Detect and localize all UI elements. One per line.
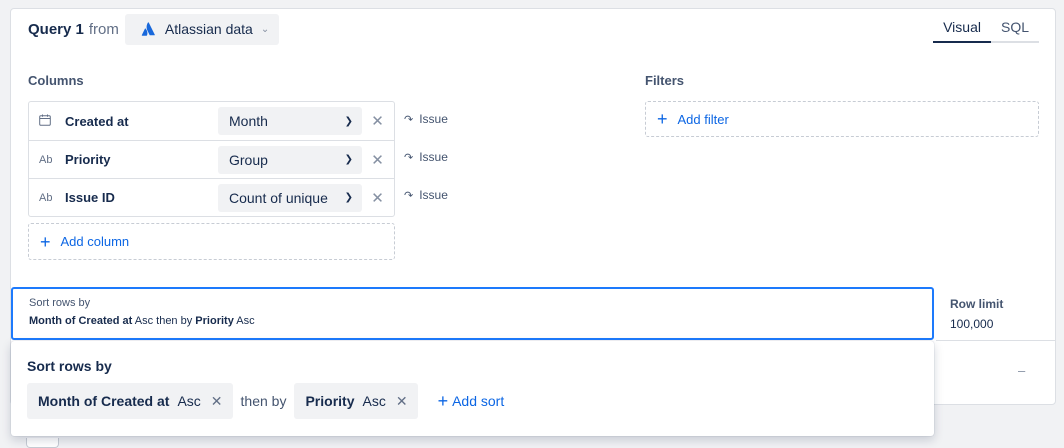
then-by-label: then by bbox=[240, 393, 287, 409]
column-name: Issue ID bbox=[65, 190, 115, 205]
query-header: Query 1 from Atlassian data ⌄ bbox=[28, 13, 280, 45]
sort-rows-summary: Month of Created at Asc then by Priority… bbox=[29, 315, 916, 327]
sort-popup-title: Sort rows by bbox=[27, 358, 112, 374]
chevron-down-icon: ❯ bbox=[344, 192, 353, 203]
text-type-icon: Ab bbox=[39, 191, 53, 204]
hierarchy-icon: ↷ bbox=[404, 151, 414, 164]
aggregation-select[interactable]: Group ❯ bbox=[218, 145, 362, 174]
partial-button bbox=[26, 438, 59, 448]
aggregation-select[interactable]: Month ❯ bbox=[218, 107, 362, 135]
add-filter-label: Add filter bbox=[677, 111, 729, 127]
remove-sort-icon[interactable]: ✕ bbox=[211, 393, 223, 410]
text-type-icon: Ab bbox=[39, 153, 53, 166]
column-row: Ab Issue ID Count of unique ❯ ✕ bbox=[29, 178, 394, 216]
calendar-icon bbox=[29, 114, 65, 129]
sort-rows-field[interactable]: Sort rows by Month of Created at Asc the… bbox=[11, 287, 934, 340]
sort-chip-direction[interactable]: Asc bbox=[177, 393, 200, 409]
column-source-tag: ↷ Issue bbox=[404, 150, 448, 164]
tab-visual[interactable]: Visual bbox=[933, 15, 991, 43]
columns-heading: Columns bbox=[28, 73, 84, 88]
row-limit-value: 100,000 bbox=[950, 317, 994, 331]
column-source-tag: ↷ Issue bbox=[404, 188, 448, 202]
then-by-label: then by bbox=[156, 315, 193, 327]
hierarchy-icon: ↷ bbox=[404, 113, 414, 126]
column-name: Created at bbox=[65, 113, 129, 129]
filters-heading: Filters bbox=[645, 73, 685, 88]
remove-column-icon[interactable]: ✕ bbox=[362, 112, 393, 130]
column-name: Priority bbox=[65, 152, 111, 167]
chevron-down-icon: ❯ bbox=[344, 154, 353, 165]
view-tabs: Visual SQL bbox=[933, 15, 1039, 43]
chevron-down-icon: ❯ bbox=[344, 115, 353, 127]
sort-field-name: Month of Created at bbox=[29, 315, 133, 327]
sort-chip[interactable]: Month of Created at Asc ✕ bbox=[27, 383, 233, 419]
columns-list: Created at Month ❯ ✕ Ab Priority Group ❯… bbox=[28, 101, 395, 217]
aggregation-select[interactable]: Count of unique ❯ bbox=[218, 183, 362, 212]
from-label: from bbox=[88, 20, 119, 38]
add-column-button[interactable]: + Add column bbox=[28, 223, 395, 260]
column-source-tag: ↷ Issue bbox=[404, 112, 448, 126]
tab-sql[interactable]: SQL bbox=[990, 15, 1039, 43]
sort-chip-field: Priority bbox=[305, 393, 355, 409]
divider bbox=[936, 340, 1055, 404]
sort-chip[interactable]: Priority Asc ✕ bbox=[294, 383, 418, 419]
aggregation-value: Count of unique bbox=[229, 189, 328, 206]
row-limit-label: Row limit bbox=[950, 297, 1004, 311]
data-source-name: Atlassian data bbox=[164, 21, 253, 37]
sort-chip-direction[interactable]: Asc bbox=[362, 393, 385, 409]
add-sort-button[interactable]: + Add sort bbox=[438, 392, 505, 410]
plus-icon: + bbox=[40, 231, 51, 252]
plus-icon: + bbox=[657, 109, 668, 129]
hierarchy-icon: ↷ bbox=[404, 189, 414, 202]
atlassian-logo-icon bbox=[141, 22, 155, 36]
column-source-label: Issue bbox=[419, 150, 448, 164]
collapse-icon[interactable]: – bbox=[1018, 363, 1025, 378]
remove-column-icon[interactable]: ✕ bbox=[362, 189, 393, 207]
add-filter-button[interactable]: + Add filter bbox=[645, 101, 1039, 137]
query-title: Query 1 bbox=[28, 20, 84, 38]
column-row: Ab Priority Group ❯ ✕ bbox=[29, 140, 394, 178]
row-limit-field[interactable]: Row limit 100,000 bbox=[950, 297, 1003, 331]
sort-chips: Month of Created at Asc ✕ then by Priori… bbox=[27, 383, 504, 419]
add-sort-label: Add sort bbox=[452, 393, 505, 409]
remove-sort-icon[interactable]: ✕ bbox=[396, 393, 408, 410]
plus-icon: + bbox=[437, 391, 449, 411]
sort-direction: Asc bbox=[134, 315, 154, 327]
column-row: Created at Month ❯ ✕ bbox=[29, 102, 394, 140]
chevron-down-icon: ⌄ bbox=[260, 23, 270, 35]
column-source-label: Issue bbox=[419, 188, 448, 202]
sort-direction: Asc bbox=[236, 315, 255, 327]
sort-chip-field: Month of Created at bbox=[38, 393, 170, 409]
column-source-label: Issue bbox=[419, 112, 448, 126]
sort-popup: Sort rows by Month of Created at Asc ✕ t… bbox=[11, 341, 934, 436]
sort-rows-label: Sort rows by bbox=[29, 297, 91, 309]
remove-column-icon[interactable]: ✕ bbox=[362, 151, 393, 169]
sort-field-name: Priority bbox=[195, 315, 234, 327]
aggregation-value: Group bbox=[229, 151, 268, 168]
add-column-label: Add column bbox=[60, 234, 130, 249]
aggregation-value: Month bbox=[229, 113, 268, 129]
data-source-selector[interactable]: Atlassian data ⌄ bbox=[124, 13, 280, 45]
